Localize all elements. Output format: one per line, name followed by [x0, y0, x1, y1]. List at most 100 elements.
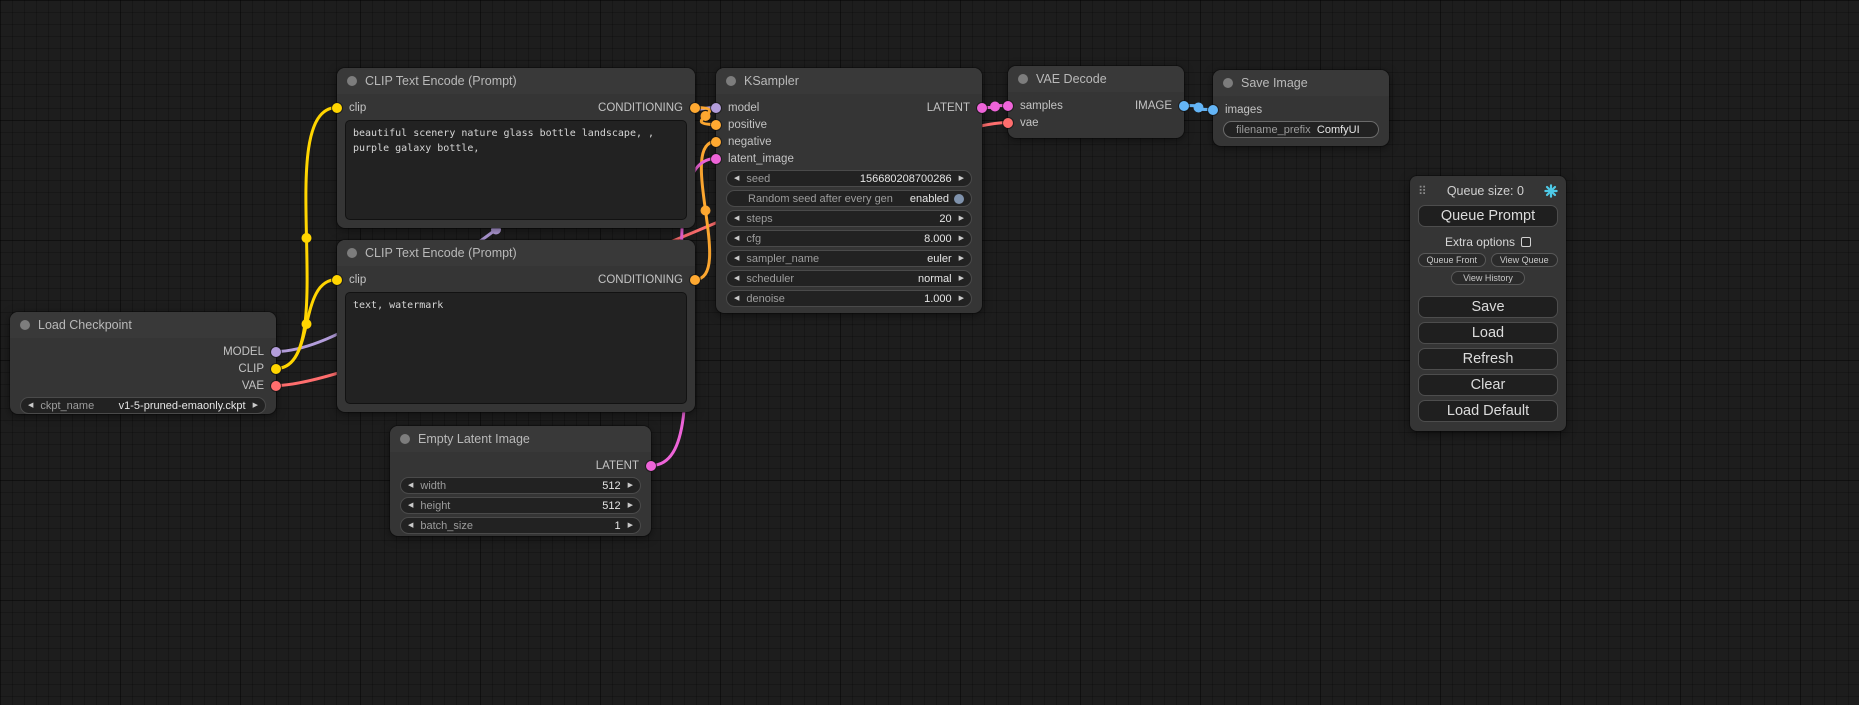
scheduler-widget[interactable]: ◀ scheduler normal ▶ [726, 270, 972, 287]
increment-arrow-icon[interactable]: ▶ [959, 295, 964, 302]
decrement-arrow-icon[interactable]: ◀ [408, 482, 413, 489]
conditioning-output-port[interactable] [690, 103, 700, 113]
clear-button[interactable]: Clear [1418, 374, 1558, 396]
decrement-arrow-icon[interactable]: ◀ [408, 502, 413, 509]
node-save-image[interactable]: Save Image images filename_prefix ComfyU… [1213, 70, 1389, 146]
width-widget[interactable]: ◀ width 512 ▶ [400, 477, 641, 494]
port-label-vae: vae [1020, 117, 1039, 129]
clip-input-port[interactable] [332, 275, 342, 285]
node-clip-text-encode-negative[interactable]: CLIP Text Encode (Prompt) clip CONDITION… [337, 240, 695, 412]
denoise-widget[interactable]: ◀ denoise 1.000 ▶ [726, 290, 972, 307]
collapse-dot[interactable] [20, 320, 30, 330]
conditioning-output-port[interactable] [690, 275, 700, 285]
node-title-bar[interactable]: CLIP Text Encode (Prompt) [337, 68, 695, 94]
ckpt-name-widget[interactable]: ◀ ckpt_name v1-5-pruned-emaonly.ckpt ▶ [20, 397, 266, 414]
widget-value: 1.000 [785, 293, 952, 305]
random-seed-toggle[interactable]: Random seed after every gen enabled [726, 190, 972, 207]
increment-arrow-icon[interactable]: ▶ [628, 522, 633, 529]
decrement-arrow-icon[interactable]: ◀ [734, 235, 739, 242]
decrement-arrow-icon[interactable]: ◀ [734, 275, 739, 282]
drag-handle-icon[interactable]: ⠿ [1418, 184, 1427, 198]
load-default-button[interactable]: Load Default [1418, 400, 1558, 422]
collapse-dot[interactable] [400, 434, 410, 444]
node-title-bar[interactable]: CLIP Text Encode (Prompt) [337, 240, 695, 266]
node-clip-text-encode-positive[interactable]: CLIP Text Encode (Prompt) clip CONDITION… [337, 68, 695, 228]
positive-input-port[interactable] [711, 120, 721, 130]
node-title-bar[interactable]: VAE Decode [1008, 66, 1184, 92]
port-label-clip: clip [349, 102, 366, 114]
increment-arrow-icon[interactable]: ▶ [628, 502, 633, 509]
increment-arrow-icon[interactable]: ▶ [959, 235, 964, 242]
queue-menu-panel: ⠿ Queue size: 0 Queue Prompt Extra optio… [1410, 176, 1566, 431]
batch-size-widget[interactable]: ◀ batch_size 1 ▶ [400, 517, 641, 534]
decrement-arrow-icon[interactable]: ◀ [28, 402, 33, 409]
node-title-bar[interactable]: Save Image [1213, 70, 1389, 96]
widget-value: 1 [473, 520, 621, 532]
collapse-dot[interactable] [347, 76, 357, 86]
refresh-button[interactable]: Refresh [1418, 348, 1558, 370]
save-button[interactable]: Save [1418, 296, 1558, 318]
port-label-latent-output: LATENT [927, 102, 970, 114]
load-button[interactable]: Load [1418, 322, 1558, 344]
node-ksampler[interactable]: KSampler model LATENT positive negative … [716, 68, 982, 313]
decrement-arrow-icon[interactable]: ◀ [734, 215, 739, 222]
height-widget[interactable]: ◀ height 512 ▶ [400, 497, 641, 514]
queue-prompt-button[interactable]: Queue Prompt [1418, 205, 1558, 227]
increment-arrow-icon[interactable]: ▶ [959, 255, 964, 262]
decrement-arrow-icon[interactable]: ◀ [734, 255, 739, 262]
toggle-indicator-dot[interactable] [954, 194, 964, 204]
sampler-name-widget[interactable]: ◀ sampler_name euler ▶ [726, 250, 972, 267]
model-output-port[interactable] [271, 347, 281, 357]
negative-input-port[interactable] [711, 137, 721, 147]
increment-arrow-icon[interactable]: ▶ [959, 175, 964, 182]
port-label-conditioning: CONDITIONING [598, 274, 683, 286]
cfg-widget[interactable]: ◀ cfg 8.000 ▶ [726, 230, 972, 247]
view-history-button[interactable]: View History [1451, 271, 1525, 285]
link-midpoint-dot [990, 102, 1000, 112]
queue-front-button[interactable]: Queue Front [1418, 253, 1486, 267]
node-title: Load Checkpoint [38, 318, 132, 332]
node-title-bar[interactable]: Empty Latent Image [390, 426, 651, 452]
negative-prompt-textarea[interactable]: text, watermark [345, 292, 687, 404]
collapse-dot[interactable] [726, 76, 736, 86]
view-queue-button[interactable]: View Queue [1491, 253, 1559, 267]
port-row: VAE [10, 377, 276, 394]
widget-value: 512 [446, 480, 621, 492]
decrement-arrow-icon[interactable]: ◀ [734, 295, 739, 302]
seed-widget[interactable]: ◀ seed 156680208700286 ▶ [726, 170, 972, 187]
node-load-checkpoint[interactable]: Load Checkpoint MODEL CLIP VAE ◀ ckpt_na… [10, 312, 276, 414]
vae-output-port[interactable] [271, 381, 281, 391]
filename-prefix-widget[interactable]: filename_prefix ComfyUI [1223, 121, 1379, 138]
node-empty-latent-image[interactable]: Empty Latent Image LATENT ◀ width 512 ▶ … [390, 426, 651, 536]
collapse-dot[interactable] [347, 248, 357, 258]
collapse-dot[interactable] [1018, 74, 1028, 84]
port-label-samples: samples [1020, 100, 1063, 112]
increment-arrow-icon[interactable]: ▶ [959, 215, 964, 222]
decrement-arrow-icon[interactable]: ◀ [408, 522, 413, 529]
steps-widget[interactable]: ◀ steps 20 ▶ [726, 210, 972, 227]
clip-output-port[interactable] [271, 364, 281, 374]
widget-label: steps [746, 213, 772, 225]
increment-arrow-icon[interactable]: ▶ [253, 402, 258, 409]
node-title-bar[interactable]: KSampler [716, 68, 982, 94]
extra-options-checkbox[interactable] [1521, 237, 1531, 247]
collapse-dot[interactable] [1223, 78, 1233, 88]
decrement-arrow-icon[interactable]: ◀ [734, 175, 739, 182]
latent-output-port[interactable] [977, 103, 987, 113]
node-title: VAE Decode [1036, 72, 1107, 86]
latent-output-port[interactable] [646, 461, 656, 471]
graph-canvas[interactable]: Load Checkpoint MODEL CLIP VAE ◀ ckpt_na… [0, 0, 1859, 705]
samples-input-port[interactable] [1003, 101, 1013, 111]
vae-input-port[interactable] [1003, 118, 1013, 128]
positive-prompt-textarea[interactable]: beautiful scenery nature glass bottle la… [345, 120, 687, 220]
image-output-port[interactable] [1179, 101, 1189, 111]
node-vae-decode[interactable]: VAE Decode samples IMAGE vae [1008, 66, 1184, 138]
model-input-port[interactable] [711, 103, 721, 113]
settings-gear-icon[interactable] [1544, 184, 1558, 198]
increment-arrow-icon[interactable]: ▶ [628, 482, 633, 489]
images-input-port[interactable] [1208, 105, 1218, 115]
clip-input-port[interactable] [332, 103, 342, 113]
latent-image-input-port[interactable] [711, 154, 721, 164]
node-title-bar[interactable]: Load Checkpoint [10, 312, 276, 338]
increment-arrow-icon[interactable]: ▶ [959, 275, 964, 282]
